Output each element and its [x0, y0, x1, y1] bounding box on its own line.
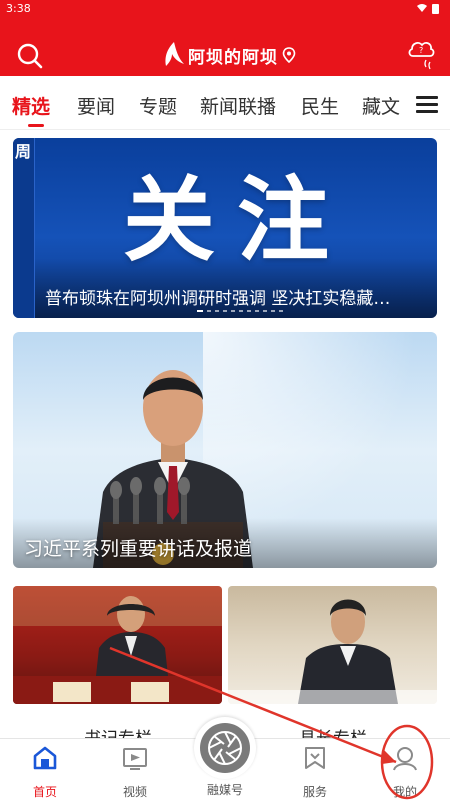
nav-home[interactable]: 首页 — [15, 745, 75, 800]
menu-icon[interactable] — [416, 96, 438, 114]
banner-side-text: 周 — [15, 142, 32, 161]
bottom-nav: 首页 视频 融媒号 服务 我的 — [0, 717, 450, 800]
wifi-battery-icon — [417, 4, 439, 14]
status-time: 3:38 — [6, 2, 31, 15]
secretary-photo — [13, 586, 222, 704]
app-title: 阿坝的阿坝 — [188, 47, 278, 68]
weather-cloud-icon[interactable]: ? — [406, 36, 436, 72]
profile-icon — [393, 747, 417, 771]
active-tab-indicator — [28, 124, 44, 127]
location-pin-icon — [282, 47, 296, 63]
video-icon — [123, 748, 147, 770]
nav-media-label: 融媒号 — [206, 783, 243, 797]
nav-video-label: 视频 — [122, 785, 147, 799]
county-head-column-card[interactable] — [228, 586, 437, 704]
app-header-bar: 3:38 阿坝的阿坝 ? — [0, 0, 450, 76]
tab-headlines[interactable]: 要闻 — [77, 92, 115, 119]
nav-service[interactable]: 服务 — [285, 745, 345, 800]
status-icons — [416, 2, 442, 17]
tab-livelihood[interactable]: 民生 — [301, 92, 339, 119]
nav-video[interactable]: 视频 — [105, 745, 165, 800]
header: 阿坝的阿坝 ? — [0, 30, 450, 76]
service-icon — [305, 747, 325, 769]
nav-profile[interactable]: 我的 — [375, 745, 435, 800]
carousel-dots — [197, 310, 283, 312]
feature-caption: 习近平系列重要讲话及报道 — [24, 538, 253, 560]
logo-mark-icon — [165, 42, 184, 66]
nav-home-label: 首页 — [32, 785, 57, 799]
secretary-column-card[interactable] — [13, 586, 222, 704]
search-icon[interactable] — [16, 42, 44, 70]
nav-profile-label: 我的 — [392, 785, 417, 799]
tab-featured[interactable]: 精选 — [12, 92, 50, 119]
tab-tibetan[interactable]: 藏文 — [362, 92, 400, 119]
nav-media-button[interactable] — [194, 717, 256, 779]
channel-tabs: 精选 要闻 专题 新闻联播 民生 藏文 — [0, 78, 450, 130]
feature-card[interactable]: 习近平系列重要讲话及报道 — [13, 332, 437, 568]
aperture-icon — [208, 731, 242, 765]
nav-service-label: 服务 — [302, 785, 327, 799]
tab-topics[interactable]: 专题 — [139, 92, 177, 119]
svg-text:?: ? — [419, 46, 423, 55]
banner-caption: 普布顿珠在阿坝州调研时强调 坚决扛实稳藏… — [45, 289, 391, 309]
county-head-photo — [228, 599, 437, 704]
status-bar: 3:38 — [0, 0, 450, 18]
banner-prev-slide: 周 — [13, 138, 35, 318]
banner-carousel[interactable]: 周 关注 普布顿珠在阿坝州调研时强调 坚决扛实稳藏… — [13, 138, 437, 318]
app-logo: 阿坝的阿坝 — [160, 40, 296, 70]
home-icon — [33, 746, 57, 770]
tab-news-broadcast[interactable]: 新闻联播 — [200, 92, 276, 119]
